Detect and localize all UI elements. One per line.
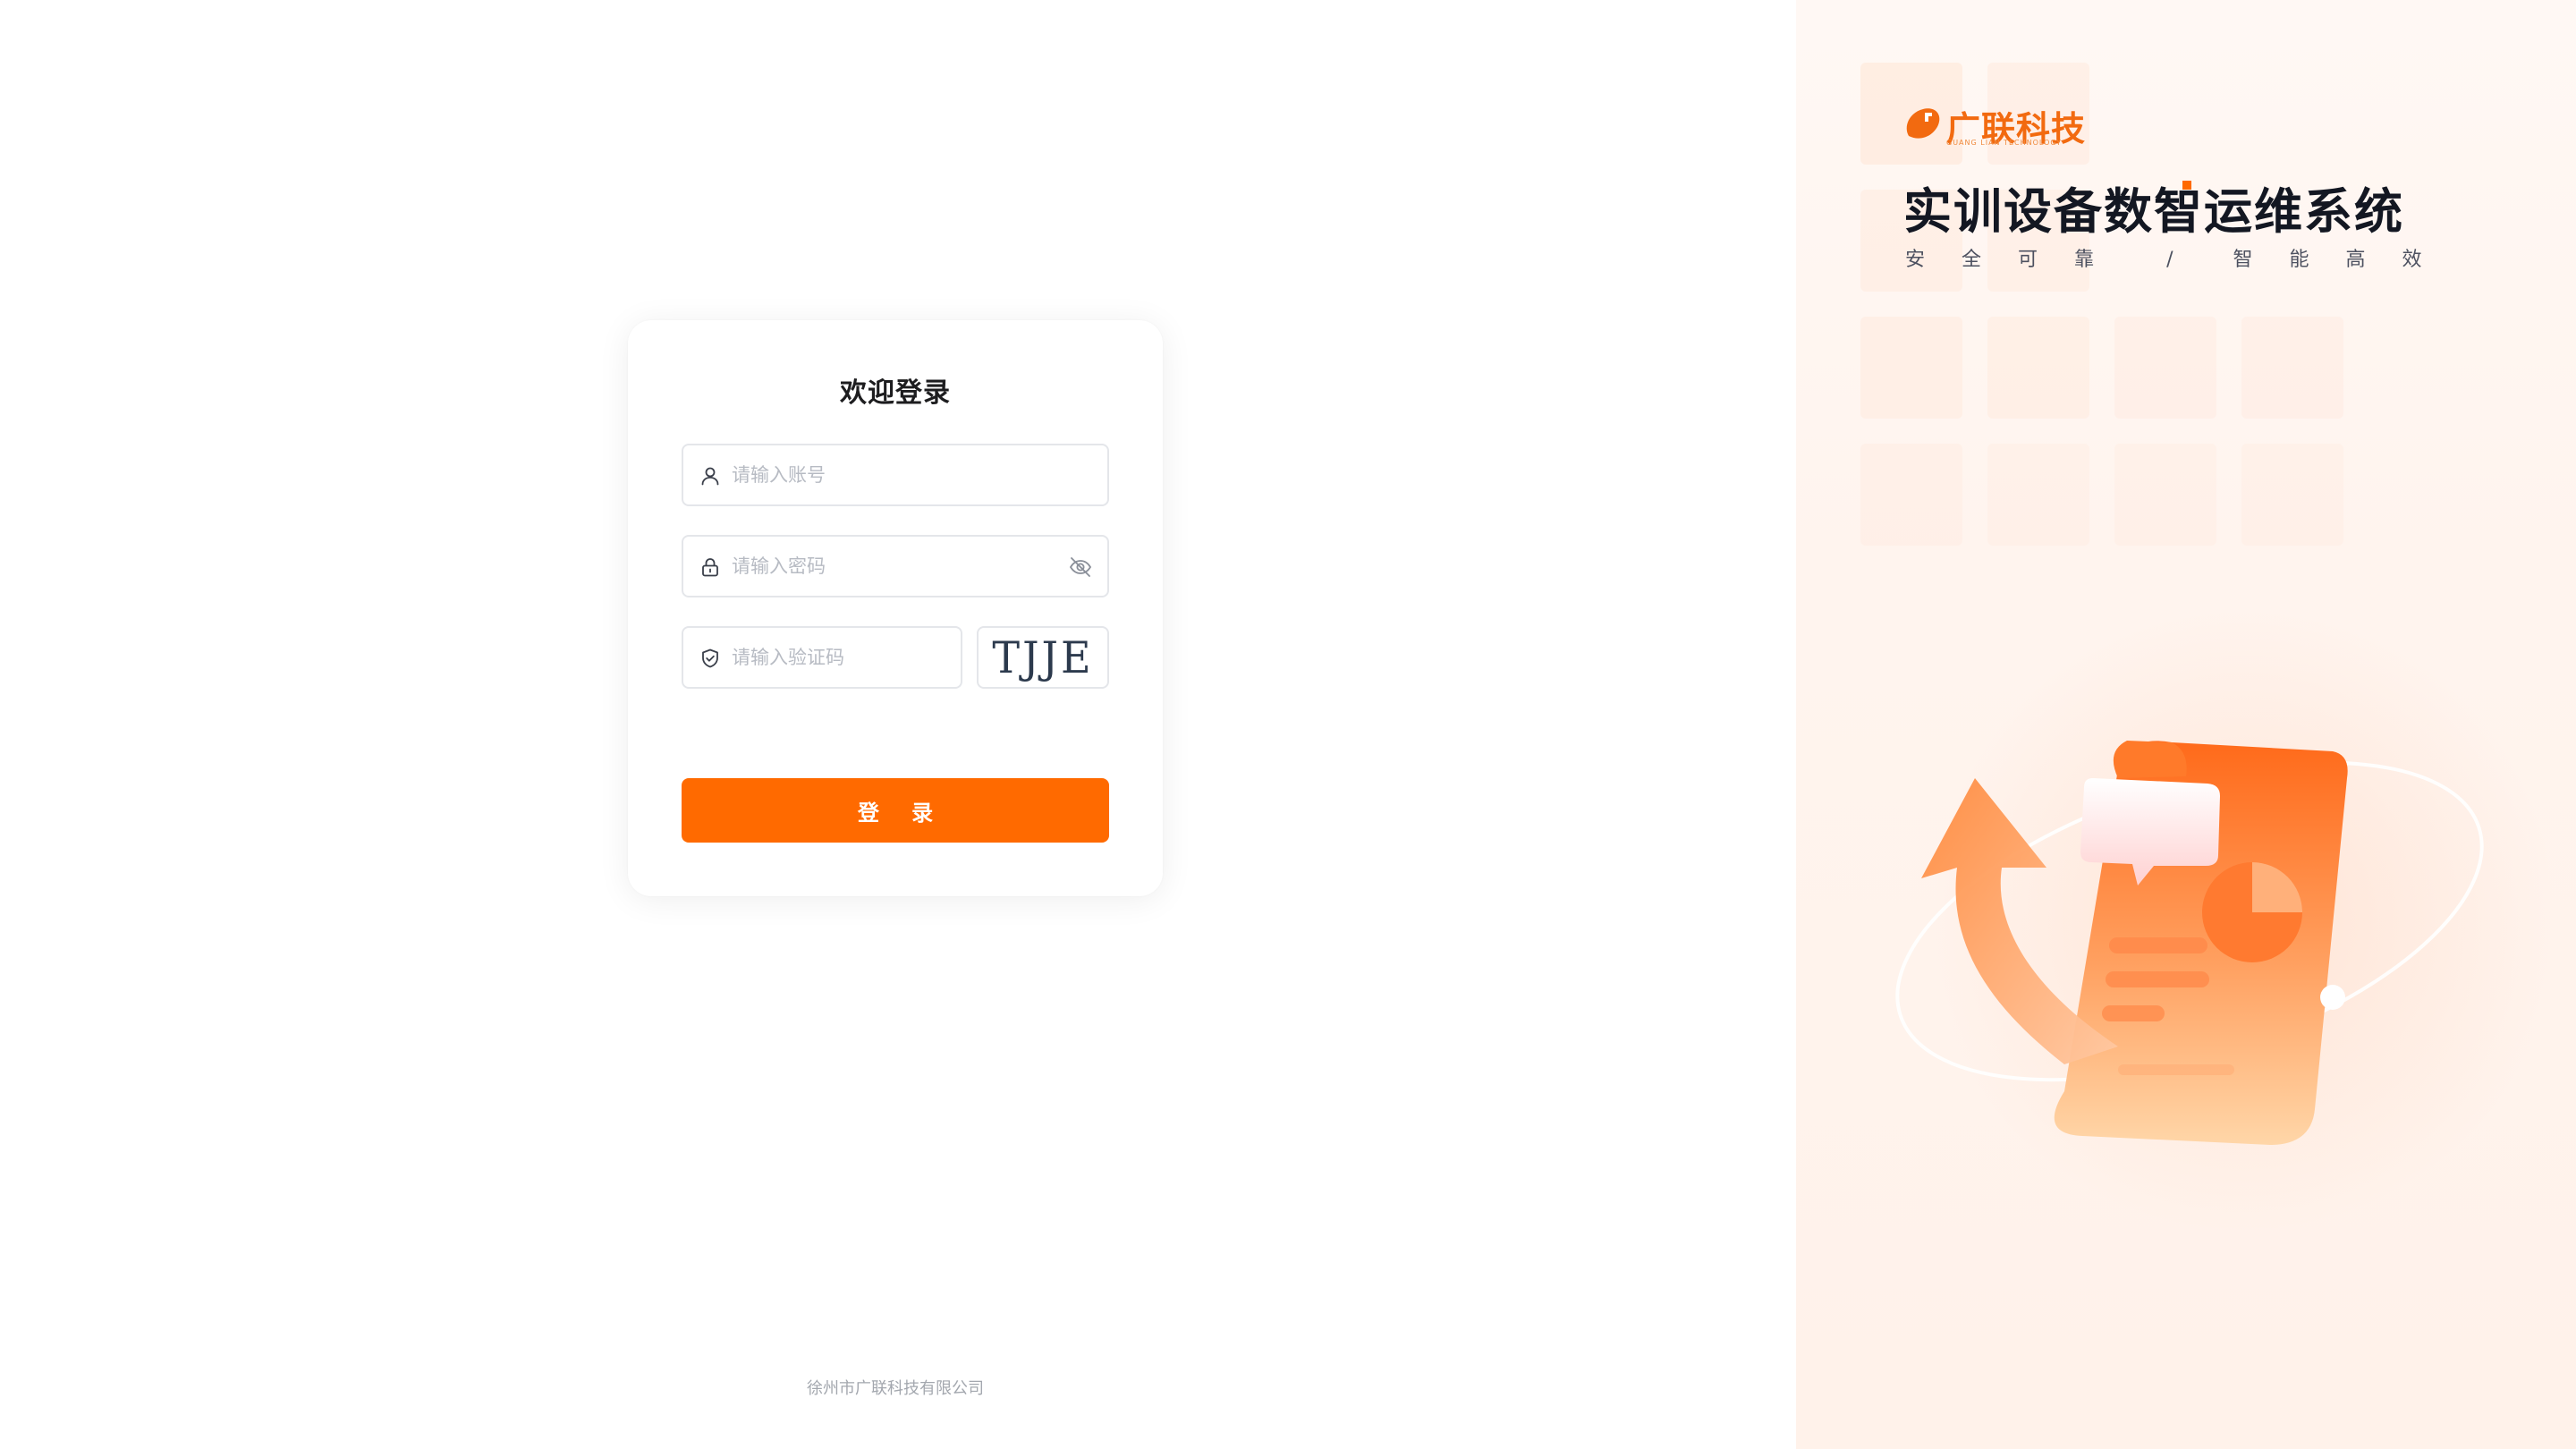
slogan-char: 智 xyxy=(2233,249,2253,271)
captcha-text: TJJE xyxy=(992,631,1094,683)
slogan-char: 全 xyxy=(1962,249,1982,271)
decor-tile xyxy=(2241,444,2343,546)
slogan-char: 高 xyxy=(2345,249,2366,271)
decor-tile xyxy=(1987,317,2089,419)
slogan-char: 可 xyxy=(2018,249,2038,271)
report-growth-illustration xyxy=(1895,741,2484,1145)
company-logo-icon xyxy=(1906,108,1940,139)
slogan-char: 靠 xyxy=(2074,249,2095,271)
decor-tile xyxy=(1860,317,1962,419)
login-title: 欢迎登录 xyxy=(840,377,951,409)
lock-icon xyxy=(702,558,718,577)
decor-tile xyxy=(2114,317,2216,419)
slogan-char: 安 xyxy=(1905,249,1926,271)
decor-tile xyxy=(1987,444,2089,546)
shield-check-icon xyxy=(702,648,718,668)
brand-panel: 广联科技 GUANG LIAN TECHNOLOGY 实训设备数智运维系统 安 … xyxy=(1796,0,2576,1449)
slogan-separator: / xyxy=(2166,249,2174,271)
title-accent-dot xyxy=(2182,181,2191,190)
captcha-input[interactable] xyxy=(732,628,946,687)
password-input[interactable] xyxy=(732,537,1054,596)
footer-company: 徐州市广联科技有限公司 xyxy=(807,1379,984,1398)
decor-tile xyxy=(2241,317,2343,419)
login-card: 欢迎登录 TJJE 登 录 xyxy=(628,320,1163,896)
system-title: 实训设备数智运维系统 xyxy=(1903,183,2404,240)
decor-tile xyxy=(2114,444,2216,546)
captcha-field[interactable] xyxy=(682,626,962,689)
captcha-image[interactable]: TJJE xyxy=(977,626,1109,689)
account-field[interactable] xyxy=(682,444,1109,506)
logo-subtext: GUANG LIAN TECHNOLOGY xyxy=(1946,139,2063,147)
decor-tile xyxy=(1860,444,1962,546)
slogan-char: 效 xyxy=(2402,249,2422,271)
slogan: 安 全 可 靠 / 智 能 高 效 xyxy=(1905,243,2453,272)
slogan-char: 能 xyxy=(2289,249,2309,271)
login-button[interactable]: 登 录 xyxy=(682,778,1109,843)
eye-off-icon[interactable] xyxy=(1068,555,1093,579)
account-input[interactable] xyxy=(732,445,1054,504)
user-icon xyxy=(701,467,719,486)
password-field[interactable] xyxy=(682,535,1109,597)
